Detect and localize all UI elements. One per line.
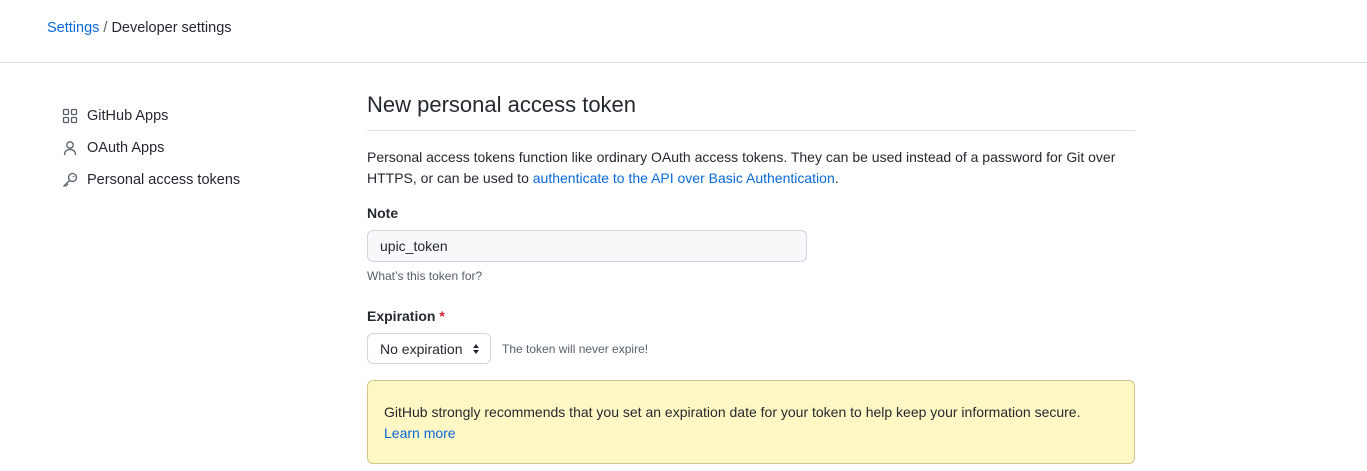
description-end: . xyxy=(834,170,839,186)
person-icon xyxy=(62,140,78,156)
breadcrumb-settings-link[interactable]: Settings xyxy=(47,20,99,36)
key-icon xyxy=(62,172,78,188)
sidebar-item-github-apps[interactable]: GitHub Apps xyxy=(62,100,322,132)
select-arrows-icon xyxy=(472,343,480,355)
description: Personal access tokens function like ord… xyxy=(367,147,1135,189)
required-marker: * xyxy=(439,308,445,324)
breadcrumb-separator: / xyxy=(103,20,108,36)
note-hint: What’s this token for? xyxy=(367,269,483,283)
sidebar-item-oauth-apps[interactable]: OAuth Apps xyxy=(62,132,322,164)
sidebar-item-personal-access-tokens[interactable]: Personal access tokens xyxy=(62,164,322,196)
expiration-select[interactable]: No expiration xyxy=(367,333,491,364)
top-bar: Settings / Developer settings xyxy=(0,0,1367,63)
expiration-label-text: Expiration xyxy=(367,308,436,324)
basic-auth-link[interactable]: authenticate to the API over Basic Authe… xyxy=(533,170,835,186)
sidebar: GitHub Apps OAuth Apps Personal access t… xyxy=(62,100,322,196)
sidebar-item-label: OAuth Apps xyxy=(87,140,165,156)
expiration-row: No expiration The token will never expir… xyxy=(367,333,1135,364)
breadcrumb-current: Developer settings xyxy=(111,20,232,36)
main-content: New personal access token Personal acces… xyxy=(367,90,1135,464)
expiration-note: The token will never expire! xyxy=(502,341,649,356)
sidebar-item-label: GitHub Apps xyxy=(87,108,169,124)
expiration-label: Expiration * xyxy=(367,306,1135,326)
note-input[interactable] xyxy=(367,230,807,262)
expiration-selected-value: No expiration xyxy=(380,340,463,357)
learn-more-link[interactable]: Learn more xyxy=(384,423,1118,444)
warning-text: GitHub strongly recommends that you set … xyxy=(384,404,1081,420)
expiration-warning: GitHub strongly recommends that you set … xyxy=(367,380,1135,464)
sidebar-item-label: Personal access tokens xyxy=(87,172,241,188)
breadcrumb: Settings / Developer settings xyxy=(47,19,232,37)
apps-grid-icon xyxy=(62,108,78,124)
note-label: Note xyxy=(367,205,399,221)
page-title: New personal access token xyxy=(367,90,1135,131)
